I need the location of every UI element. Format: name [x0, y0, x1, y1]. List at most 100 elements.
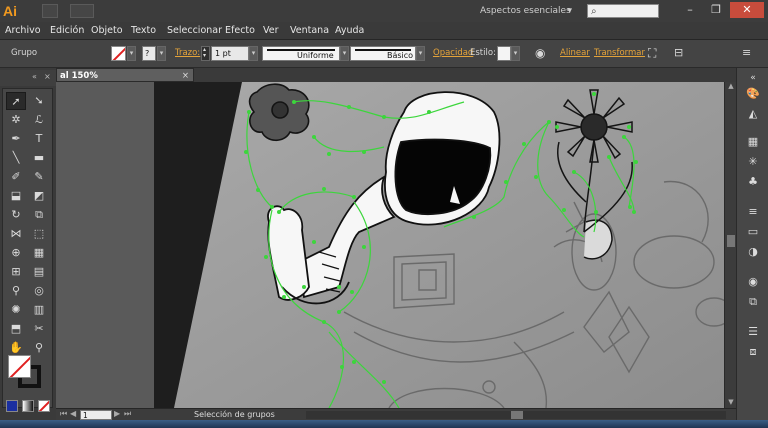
close-tab-icon[interactable]: × [182, 69, 189, 83]
blob-brush-tool-icon[interactable]: ⬓ [6, 187, 26, 205]
fill-dropdown[interactable]: ▾ [127, 46, 136, 61]
artboards-panel-icon[interactable]: ⧈ [744, 344, 762, 360]
align-link[interactable]: Alinear [560, 48, 590, 58]
gradient-panel-icon[interactable]: ▭ [744, 224, 762, 240]
bridge-button[interactable] [42, 4, 58, 18]
dock-collapse-icon[interactable]: « [744, 70, 762, 86]
brush-dropdown[interactable]: ▾ [416, 46, 425, 61]
collapse-icon[interactable]: « [32, 72, 37, 81]
graphic-style-swatch[interactable] [497, 46, 511, 61]
horizontal-scroll-thumb[interactable] [511, 411, 523, 419]
menu-texto[interactable]: Texto [131, 25, 156, 36]
graphic-style-dropdown[interactable]: ▾ [511, 46, 520, 61]
swatches-panel-icon[interactable]: ▦ [744, 134, 762, 150]
line-tool-icon[interactable]: ╲ [6, 149, 26, 167]
transform-link[interactable]: Transformar [594, 48, 645, 58]
menu-ver[interactable]: Ver [263, 25, 279, 36]
direct-selection-tool-icon[interactable]: ➘ [29, 92, 49, 110]
vertical-scroll-thumb[interactable] [727, 235, 735, 247]
menu-ayuda[interactable]: Ayuda [335, 25, 364, 36]
transparency-panel-icon[interactable]: ◑ [744, 244, 762, 260]
eraser-tool-icon[interactable]: ◩ [29, 187, 49, 205]
profile-label: Uniforme [297, 51, 334, 60]
layers-panel-icon[interactable]: ☰ [744, 324, 762, 340]
recolor-artwork-icon[interactable]: ◉ [535, 46, 545, 60]
shape-builder-tool-icon[interactable]: ⊕ [6, 244, 26, 262]
stroke-color-swatch[interactable]: ? [142, 46, 156, 61]
menu-efecto[interactable]: Efecto [225, 25, 255, 36]
pen-tool-icon[interactable]: ✒ [6, 130, 26, 148]
graphic-styles-panel-icon[interactable]: ⧉ [744, 294, 762, 310]
opacity-link[interactable]: Opacidad [433, 48, 473, 58]
color-mode-button[interactable] [6, 400, 18, 412]
appearance-panel-icon[interactable]: ◉ [744, 274, 762, 290]
next-artboard-icon[interactable]: ▶ [114, 409, 120, 418]
stroke-panel-link[interactable]: Trazo: [175, 48, 200, 58]
rectangle-tool-icon[interactable]: ▬ [29, 149, 49, 167]
slice-tool-icon[interactable]: ✂ [29, 320, 49, 338]
stroke-color-dropdown[interactable]: ▾ [157, 46, 166, 61]
stroke-panel-icon[interactable]: ≡ [744, 204, 762, 220]
menu-seleccionar[interactable]: Seleccionar [167, 25, 222, 36]
variable-width-profile[interactable]: Uniforme [262, 46, 340, 61]
fill-color-indicator[interactable] [8, 355, 31, 378]
brushes-panel-icon[interactable]: ✳ [744, 154, 762, 170]
status-message[interactable]: Selección de grupos [194, 410, 275, 419]
workspace-label: Aspectos esenciales [480, 6, 571, 16]
stroke-weight-field[interactable]: 1 pt [211, 46, 249, 61]
perspective-grid-tool-icon[interactable]: ▦ [29, 244, 49, 262]
close-button[interactable]: ✕ [730, 2, 764, 18]
tools-panel-header[interactable]: « × [0, 70, 56, 86]
free-transform-tool-icon[interactable]: ⬚ [29, 225, 49, 243]
column-graph-tool-icon[interactable]: ▥ [29, 301, 49, 319]
prev-artboard-icon[interactable]: ◀ [70, 409, 76, 418]
stroke-weight-stepper[interactable]: ▴ ▾ [201, 46, 210, 61]
gradient-mode-button[interactable] [22, 400, 34, 412]
search-input[interactable]: ⌕ [587, 4, 659, 18]
horizontal-scrollbar[interactable] [306, 411, 726, 419]
symbol-sprayer-tool-icon[interactable]: ✺ [6, 301, 26, 319]
fill-swatch[interactable] [111, 46, 126, 61]
menu-objeto[interactable]: Objeto [91, 25, 123, 36]
pencil-tool-icon[interactable]: ✎ [29, 168, 49, 186]
close-panel-icon[interactable]: × [44, 72, 51, 81]
maximize-button[interactable]: ❐ [704, 2, 728, 18]
artboard-tool-icon[interactable]: ⬒ [6, 320, 26, 338]
type-tool-icon[interactable]: T [29, 130, 49, 148]
scale-tool-icon[interactable]: ⧉ [29, 206, 49, 224]
width-tool-icon[interactable]: ⋈ [6, 225, 26, 243]
vertical-scrollbar[interactable]: ▲ ▼ [724, 82, 736, 408]
selection-tool-icon[interactable]: ➚ [6, 92, 26, 110]
minimize-button[interactable]: – [678, 2, 702, 18]
rotate-tool-icon[interactable]: ↻ [6, 206, 26, 224]
blend-tool-icon[interactable]: ◎ [29, 282, 49, 300]
gradient-tool-icon[interactable]: ▤ [29, 263, 49, 281]
arrange-documents-button[interactable] [70, 4, 94, 18]
lasso-tool-icon[interactable]: ℒ [29, 111, 49, 129]
none-mode-button[interactable] [38, 400, 50, 412]
document-tab[interactable]: al 150% (CMYK/Previsualizar) × [56, 68, 194, 95]
panel-menu-icon[interactable]: ≡ [742, 46, 751, 59]
menu-archivo[interactable]: Archivo [5, 25, 41, 36]
color-guide-icon[interactable]: ◭ [744, 106, 762, 122]
workspace-switcher[interactable]: Aspectos esenciales ▾ [474, 3, 578, 19]
isolate-group-icon[interactable]: ⛶ [648, 46, 656, 61]
zoom-tool-icon[interactable]: ⚲ [29, 339, 49, 357]
symbols-panel-icon[interactable]: ♣ [744, 174, 762, 190]
menu-ventana[interactable]: Ventana [290, 25, 329, 36]
magic-wand-tool-icon[interactable]: ✲ [6, 111, 26, 129]
artboard-number-field[interactable]: 1 [80, 410, 112, 420]
stroke-weight-dropdown[interactable]: ▾ [249, 46, 258, 61]
eyedropper-tool-icon[interactable]: ⚲ [6, 282, 26, 300]
artboard-canvas[interactable] [154, 82, 724, 408]
last-artboard-icon[interactable]: ⏭ [124, 409, 131, 419]
mesh-tool-icon[interactable]: ⊞ [6, 263, 26, 281]
brush-definition[interactable]: Básico [350, 46, 416, 61]
color-panel-icon[interactable]: 🎨 [744, 86, 762, 102]
title-bar: Ai Aspectos esenciales ▾ ⌕ – ❐ ✕ [0, 0, 768, 22]
align-options-icon[interactable]: ⊟ [674, 46, 683, 59]
paintbrush-tool-icon[interactable]: ✐ [6, 168, 26, 186]
profile-dropdown[interactable]: ▾ [340, 46, 349, 61]
first-artboard-icon[interactable]: ⏮ [60, 409, 67, 419]
menu-edicion[interactable]: Edición [50, 25, 84, 36]
